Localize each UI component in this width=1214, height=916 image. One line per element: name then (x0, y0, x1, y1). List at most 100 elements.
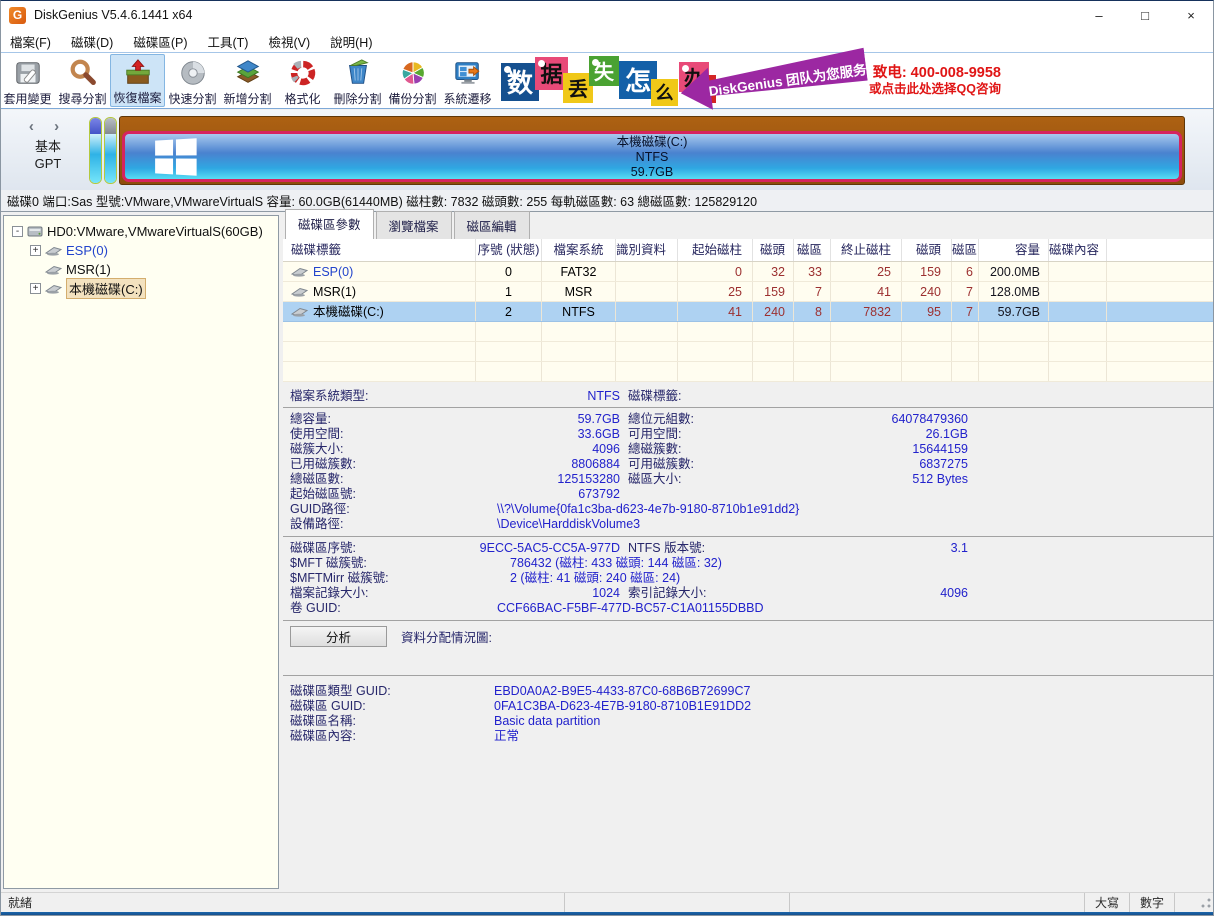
header-filesystem[interactable]: 檔案系統 (542, 239, 616, 261)
tree-item-label: ESP(0) (66, 243, 108, 258)
cell-filesystem: FAT32 (542, 262, 616, 281)
status-caps-lock: 大寫 (1085, 893, 1130, 912)
header-end-cyl[interactable]: 終止磁柱 (831, 239, 902, 261)
header-identify[interactable]: 識別資料 (616, 239, 678, 261)
new-partition-button[interactable]: 新增分割 (220, 54, 275, 107)
menu-tools[interactable]: 工具(T) (198, 30, 259, 53)
format-button[interactable]: 格式化 (275, 54, 330, 107)
header-disk-content[interactable]: 磁碟內容 (1049, 239, 1107, 261)
header-volume-label[interactable]: 磁碟標籤 (283, 239, 476, 261)
disk-nav-arrows[interactable]: ‹ › (18, 118, 78, 135)
detail-label: $MFTMirr 磁簇號: (290, 571, 415, 586)
maximize-button[interactable]: □ (1122, 0, 1168, 30)
monitor-arrow-icon (452, 57, 484, 89)
promo-banner[interactable]: 数 据 丢 失 怎 么 办 ! DiskGenius 团队为您服务 致电: 40… (501, 53, 1001, 108)
msr-partition-minibar[interactable] (104, 117, 117, 184)
delete-partition-button[interactable]: 刪除分割 (330, 54, 385, 107)
header-start-cyl[interactable]: 起始磁柱 (678, 239, 753, 261)
cell-capacity: 200.0MB (979, 262, 1049, 281)
expand-icon[interactable]: + (30, 245, 41, 256)
menu-view[interactable]: 檢視(V) (258, 30, 320, 53)
banner-qq-link[interactable]: 或点击此处选择QQ咨询 (869, 82, 1001, 98)
esp-partition-minibar[interactable] (89, 117, 102, 184)
empty-row (283, 322, 1214, 342)
guid-path-value: \\?\Volume{0fa1c3ba-d623-4e7b-9180-8710b… (497, 502, 799, 517)
menu-file[interactable]: 檔案(F) (0, 30, 61, 53)
device-path-value: \Device\HarddiskVolume3 (497, 517, 640, 532)
cell-disk-content (1049, 302, 1107, 321)
backup-partition-button[interactable]: 備份分割 (385, 54, 440, 107)
header-end-head[interactable]: 磁頭 (902, 239, 952, 261)
partition-status-row: 磁碟區內容: 正常 (283, 729, 1214, 744)
cell-start-sector: 8 (794, 302, 831, 321)
header-capacity[interactable]: 容量 (979, 239, 1049, 261)
banner-tile: 么 (651, 79, 678, 106)
partition-icon (291, 307, 308, 317)
tab-sector-edit[interactable]: 磁區編輯 (454, 211, 530, 239)
mftmirr-row: $MFTMirr 磁簇號: 2 (磁柱: 41 磁頭: 240 磁區: 24) (283, 571, 1214, 586)
cell-filler (1107, 302, 1214, 321)
menu-disk[interactable]: 磁碟(D) (61, 30, 123, 53)
volume-guid-row: 卷 GUID: CCF66BAC-F5BF-477D-BC57-C1A01155… (283, 601, 1214, 616)
resize-grip[interactable] (1175, 893, 1214, 912)
recover-files-button[interactable]: 恢復檔案 (110, 54, 165, 107)
header-start-head[interactable]: 磁頭 (753, 239, 794, 261)
table-row-c-drive-selected[interactable]: 本機磁碟(C:) 2 NTFS 41 240 8 7832 95 7 59.7G… (283, 302, 1214, 322)
close-button[interactable]: × (1168, 0, 1214, 30)
minimize-button[interactable]: – (1076, 0, 1122, 30)
analyze-button[interactable]: 分析 (290, 626, 387, 647)
detail-label: 索引記錄大小: (628, 586, 758, 601)
detail-label: $MFT 磁簇號: (290, 556, 415, 571)
partition-tree: - HD0:VMware,VMwareVirtualS(60GB) + ESP(… (3, 215, 279, 889)
status-pane (565, 893, 790, 912)
cell-filesystem: NTFS (542, 302, 616, 321)
apply-changes-button[interactable]: 套用變更 (0, 54, 55, 107)
tree-item-esp[interactable]: + ESP(0) (4, 241, 278, 260)
quick-partition-button[interactable]: 快速分割 (165, 54, 220, 107)
tree-item-hd0[interactable]: - HD0:VMware,VMwareVirtualS(60GB) (4, 222, 278, 241)
c-drive-partition-bar[interactable]: 本機磁碟(C:) NTFS 59.7GB (122, 131, 1182, 182)
detail-value: 2 (磁柱: 41 磁頭: 240 磁區: 24) (510, 571, 680, 586)
menu-help[interactable]: 說明(H) (320, 30, 382, 53)
header-start-sector[interactable]: 磁區 (794, 239, 831, 261)
table-row-msr[interactable]: MSR(1) 1 MSR 25 159 7 41 240 7 128.0MB (283, 282, 1214, 302)
status-num-lock: 數字 (1130, 893, 1175, 912)
main-area: - HD0:VMware,VMwareVirtualS(60GB) + ESP(… (0, 212, 1214, 892)
cell-start-sector: 7 (794, 282, 831, 301)
table-header-row: 磁碟標籤 序號 (狀態) 檔案系統 識別資料 起始磁柱 磁頭 磁區 終止磁柱 磁… (283, 239, 1214, 262)
tree-item-c-drive[interactable]: + 本機磁碟(C:) (4, 279, 278, 298)
detail-value: EBD0A0A2-B9E5-4433-87C0-68B6B72699C7 (494, 684, 750, 699)
cell-filler (1107, 262, 1214, 281)
tab-partition-parameters[interactable]: 磁碟區參數 (285, 209, 374, 239)
cell-filesystem: MSR (542, 282, 616, 301)
header-serial-status[interactable]: 序號 (狀態) (476, 239, 542, 261)
detail-value: 6837275 (758, 457, 968, 472)
detail-label: 磁碟區名稱: (290, 714, 494, 729)
title-bar: G DiskGenius V5.4.6.1441 x64 – □ × (0, 0, 1214, 30)
menu-partition[interactable]: 磁碟區(P) (123, 30, 197, 53)
search-partition-button[interactable]: 搜尋分割 (55, 54, 110, 107)
cell-serial: 0 (476, 262, 542, 281)
detail-value: 9ECC-5AC5-CC5A-977D (415, 541, 620, 556)
empty-row (283, 342, 1214, 362)
fs-type-value: NTFS (415, 386, 620, 407)
tree-item-msr[interactable]: MSR(1) (4, 260, 278, 279)
tab-browse-files[interactable]: 瀏覽檔案 (376, 211, 452, 239)
cell-end-head: 159 (902, 262, 952, 281)
table-row-esp[interactable]: ESP(0) 0 FAT32 0 32 33 25 159 6 200.0MB (283, 262, 1214, 282)
expand-icon[interactable]: + (30, 283, 41, 294)
cell-disk-content (1049, 262, 1107, 281)
detail-row: 起始磁區號: 673792 (283, 487, 1214, 502)
detail-value: Basic data partition (494, 714, 600, 729)
cell-start-cyl: 25 (678, 282, 753, 301)
detail-value: 59.7GB (415, 412, 620, 427)
collapse-icon[interactable]: - (12, 226, 23, 237)
detail-label: 總容量: (290, 412, 415, 427)
tree-item-label: HD0:VMware,VMwareVirtualS(60GB) (47, 224, 263, 239)
cell-disk-content (1049, 282, 1107, 301)
partition-name-row: 磁碟區名稱: Basic data partition (283, 714, 1214, 729)
detail-value: 4096 (415, 442, 620, 457)
header-end-sector[interactable]: 磁區 (952, 239, 979, 261)
tile-dot (504, 66, 511, 73)
system-migration-button[interactable]: 系統遷移 (440, 54, 495, 107)
